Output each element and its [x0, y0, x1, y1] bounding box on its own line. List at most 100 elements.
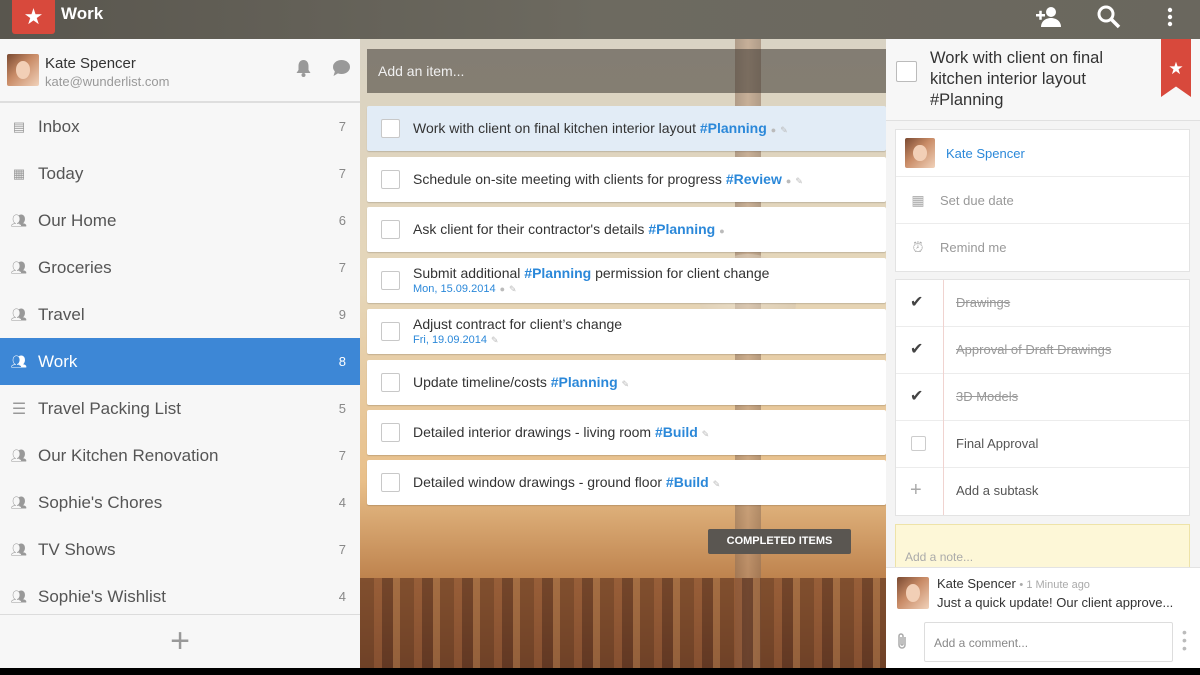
- task-checkbox[interactable]: [381, 271, 400, 290]
- sidebar-item-count: 7: [338, 542, 346, 557]
- task-title: Detailed interior drawings - living room…: [413, 424, 710, 440]
- task-item[interactable]: Detailed interior drawings - living room…: [367, 410, 886, 455]
- more-vertical-icon[interactable]: [1155, 2, 1185, 32]
- task-item[interactable]: Detailed window drawings - ground floor …: [367, 460, 886, 505]
- task-item[interactable]: Schedule on-site meeting with clients fo…: [367, 157, 886, 202]
- sidebar-item-count: 7: [338, 260, 346, 275]
- note-input[interactable]: Add a note...: [895, 524, 1190, 570]
- star-icon[interactable]: ★: [1161, 39, 1191, 97]
- task-checkbox[interactable]: [381, 220, 400, 239]
- more-vertical-icon[interactable]: • • •: [1182, 625, 1187, 655]
- sidebar-item-our-home[interactable]: 👥︎ Our Home 6: [0, 197, 360, 244]
- list-icon: ☰: [11, 400, 27, 418]
- task-checkbox[interactable]: [381, 170, 400, 189]
- comment-author: Kate Spencer: [937, 576, 1016, 591]
- subtask-row[interactable]: ✔ Approval of Draft Drawings: [896, 327, 1189, 374]
- checkmark-icon[interactable]: ✔: [910, 295, 926, 311]
- sidebar: Kate Spencer kate@wunderlist.com ▤ Inbox…: [0, 39, 360, 668]
- sidebar-item-travel-packing-list[interactable]: ☰ Travel Packing List 5: [0, 385, 360, 432]
- shared-users-icon: 👥︎: [10, 353, 28, 369]
- reminder-label: Remind me: [940, 240, 1007, 255]
- subtask-row[interactable]: ✔ Drawings: [896, 280, 1189, 327]
- sidebar-item-count: 7: [338, 119, 346, 134]
- task-item[interactable]: Adjust contract for client’s change Fri,…: [367, 309, 886, 354]
- subtasks-card: ✔ Drawings ✔ Approval of Draft Drawings …: [895, 279, 1190, 516]
- detail-task-checkbox[interactable]: [896, 61, 917, 82]
- pin-icon: ✎: [712, 479, 721, 489]
- calendar-icon: ▦: [12, 165, 26, 181]
- reminder-row[interactable]: ⏰︎ Remind me: [896, 224, 1189, 271]
- sidebar-item-inbox[interactable]: ▤ Inbox 7: [0, 103, 360, 150]
- checkmark-icon[interactable]: ✔: [910, 389, 926, 405]
- inbox-icon: ▤: [12, 118, 26, 134]
- comment-icon: ●: [719, 226, 725, 236]
- paperclip-icon[interactable]: [895, 632, 909, 655]
- detail-header: Work with client on final kitchen interi…: [886, 39, 1200, 121]
- add-subtask-row[interactable]: + Add a subtask: [896, 468, 1189, 515]
- subtask-row[interactable]: Final Approval: [896, 421, 1189, 468]
- task-title: Submit additional #Planning permission f…: [413, 265, 770, 281]
- sidebar-item-today[interactable]: ▦ Today 7: [0, 150, 360, 197]
- task-attributes-card: Kate Spencer ▦ Set due date ⏰︎ Remind me: [895, 129, 1190, 272]
- sidebar-item-tv-shows[interactable]: 👥︎ TV Shows 7: [0, 526, 360, 573]
- add-list-button[interactable]: +: [0, 614, 360, 668]
- task-item[interactable]: Update timeline/costs #Planning ✎: [367, 360, 886, 405]
- subtask-divider: [943, 327, 944, 374]
- sidebar-item-work[interactable]: 👥︎ Work 8: [0, 338, 360, 385]
- sidebar-item-label: Work: [38, 351, 78, 371]
- task-due-date: Mon, 15.09.2014 ● ✎: [413, 283, 517, 295]
- completed-items-button[interactable]: COMPLETED ITEMS: [708, 529, 851, 554]
- chat-bubble-icon[interactable]: [332, 59, 351, 82]
- list-menu: ▤ Inbox 7 ▦ Today 7 👥︎ Our Home 6 👥︎ Gro…: [0, 103, 360, 620]
- bell-icon[interactable]: [295, 59, 312, 82]
- checkmark-icon[interactable]: ✔: [910, 342, 926, 358]
- add-subtask-input[interactable]: Add a subtask: [956, 483, 1038, 498]
- task-checkbox[interactable]: [381, 423, 400, 442]
- task-checkbox[interactable]: [381, 322, 400, 341]
- task-item[interactable]: Ask client for their contractor's detail…: [367, 207, 886, 252]
- plus-icon: +: [910, 479, 922, 501]
- task-checkbox[interactable]: [381, 119, 400, 138]
- plus-icon: +: [170, 622, 190, 660]
- sidebar-item-groceries[interactable]: 👥︎ Groceries 7: [0, 244, 360, 291]
- shared-users-icon: 👥︎: [10, 212, 28, 228]
- task-checkbox[interactable]: [381, 373, 400, 392]
- sidebar-item-travel[interactable]: 👥︎ Travel 9: [0, 291, 360, 338]
- calendar-icon: ▦: [911, 191, 925, 208]
- subtask-checkbox[interactable]: [911, 436, 926, 451]
- task-title: Work with client on final kitchen interi…: [413, 120, 788, 136]
- subtask-row[interactable]: ✔ 3D Models: [896, 374, 1189, 421]
- task-item[interactable]: Work with client on final kitchen interi…: [367, 106, 886, 151]
- task-list-panel: Add an item... Work with client on final…: [360, 39, 886, 668]
- shared-users-icon: 👥︎: [10, 494, 28, 510]
- sidebar-item-our-kitchen-renovation[interactable]: 👥︎ Our Kitchen Renovation 7: [0, 432, 360, 479]
- task-checkbox[interactable]: [381, 473, 400, 492]
- task-item[interactable]: Submit additional #Planning permission f…: [367, 258, 886, 303]
- add-person-icon[interactable]: [1034, 2, 1064, 32]
- detail-task-title[interactable]: Work with client on final kitchen interi…: [930, 48, 1150, 111]
- assignee-row[interactable]: Kate Spencer: [896, 130, 1189, 177]
- task-title: Ask client for their contractor's detail…: [413, 221, 725, 237]
- sidebar-item-label: Groceries: [38, 257, 112, 277]
- avatar[interactable]: [7, 54, 39, 86]
- background-cityscape: [360, 578, 886, 668]
- sidebar-item-count: 5: [338, 401, 346, 416]
- subtask-divider: [943, 421, 944, 468]
- sidebar-item-count: 6: [338, 213, 346, 228]
- sidebar-item-count: 9: [338, 307, 346, 322]
- sidebar-item-label: Our Home: [38, 210, 117, 230]
- subtask-label: Drawings: [956, 295, 1011, 310]
- pin-icon: ✎: [491, 335, 499, 345]
- user-profile[interactable]: Kate Spencer kate@wunderlist.com: [0, 39, 360, 103]
- comment-input[interactable]: Add a comment...: [924, 622, 1173, 662]
- sidebar-item-count: 4: [338, 589, 346, 604]
- sidebar-item-label: Inbox: [38, 116, 80, 136]
- sidebar-item-sophies-wishlist[interactable]: 👥︎ Sophie's Wishlist 4: [0, 573, 360, 620]
- sidebar-item-sophies-chores[interactable]: 👥︎ Sophie's Chores 4: [0, 479, 360, 526]
- star-icon[interactable]: ★: [12, 0, 55, 34]
- due-date-row[interactable]: ▦ Set due date: [896, 177, 1189, 224]
- search-icon[interactable]: [1094, 2, 1124, 32]
- add-item-input[interactable]: Add an item...: [367, 49, 886, 93]
- sidebar-item-label: Travel Packing List: [38, 398, 181, 418]
- alarm-clock-icon: ⏰︎: [912, 239, 924, 255]
